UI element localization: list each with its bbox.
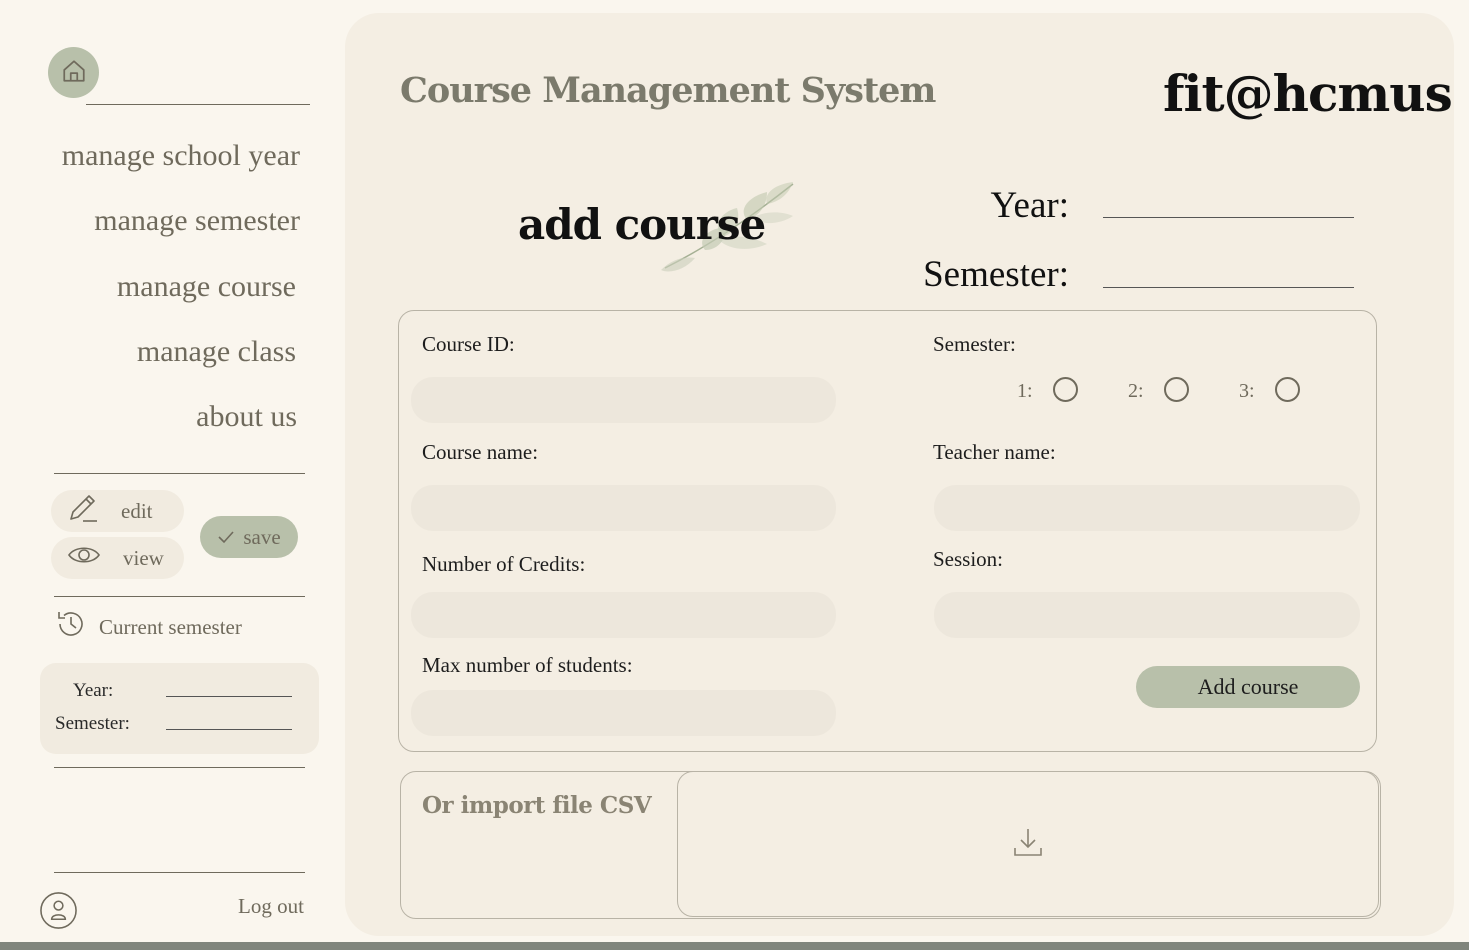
nav-manage-class[interactable]: manage class [137, 335, 296, 369]
session-label: Session: [933, 547, 1004, 571]
save-button[interactable]: save [200, 516, 298, 558]
sidebar-divider [86, 104, 310, 105]
bottom-bar [0, 942, 1469, 950]
nav-manage-semester[interactable]: manage semester [94, 204, 300, 238]
page-heading: add course [518, 200, 766, 249]
csv-drop-zone[interactable] [677, 771, 1379, 917]
teacher-name-input[interactable] [934, 485, 1360, 531]
download-icon [1012, 826, 1044, 862]
sidebar-divider [54, 596, 305, 597]
sidebar-divider [54, 767, 305, 768]
credits-input[interactable] [411, 592, 836, 638]
current-semester-label: Current semester [99, 614, 242, 639]
edit-button[interactable]: edit [51, 490, 184, 532]
current-semester-value [166, 713, 292, 730]
course-name-input[interactable] [411, 485, 836, 531]
current-year-value [166, 680, 292, 697]
nav-manage-course[interactable]: manage course [117, 270, 296, 304]
semester-option-2-label: 2: [1128, 380, 1144, 402]
credits-label: Number of Credits: [422, 552, 586, 576]
current-semester-card [40, 663, 319, 754]
app-title: Course Management System [400, 70, 936, 111]
header-year-value [1103, 217, 1354, 218]
semester-option-3-radio[interactable] [1275, 377, 1300, 402]
edit-label: edit [121, 498, 153, 523]
history-icon [55, 608, 87, 646]
logout-link[interactable]: Log out [238, 894, 304, 919]
semester-label: Semester: [933, 332, 1016, 356]
save-label: save [243, 524, 281, 549]
home-icon [61, 58, 87, 88]
max-students-label: Max number of students: [422, 653, 633, 677]
semester-option-2-radio[interactable] [1164, 377, 1189, 402]
user-icon [39, 892, 78, 934]
brand-logo: fit@hcmus [1163, 64, 1453, 123]
sidebar-divider [54, 872, 305, 873]
course-id-input[interactable] [411, 377, 836, 423]
semester-option-1-label: 1: [1017, 380, 1033, 402]
session-input[interactable] [934, 592, 1360, 638]
max-students-input[interactable] [411, 690, 836, 736]
pencil-icon [67, 493, 99, 529]
user-avatar[interactable] [39, 891, 78, 934]
home-button[interactable] [48, 47, 99, 98]
course-id-label: Course ID: [422, 332, 515, 356]
header-semester-value [1103, 287, 1354, 288]
view-button[interactable]: view [51, 537, 184, 579]
header-year-label: Year: [990, 185, 1069, 226]
add-course-button[interactable]: Add course [1136, 666, 1360, 708]
course-name-label: Course name: [422, 440, 539, 464]
import-csv-label: Or import file CSV [422, 792, 652, 819]
semester-option-1-radio[interactable] [1053, 377, 1078, 402]
semester-option-3-label: 3: [1239, 380, 1255, 402]
current-semester-heading: Current semester [55, 608, 242, 646]
sidebar-divider [54, 473, 305, 474]
eye-icon [67, 543, 101, 573]
view-label: view [123, 545, 164, 570]
current-semester-label-small: Semester: [55, 713, 130, 734]
current-year-label: Year: [73, 680, 114, 701]
nav-manage-school-year[interactable]: manage school year [62, 139, 300, 173]
nav-about-us[interactable]: about us [196, 400, 297, 434]
header-semester-label: Semester: [923, 254, 1069, 295]
teacher-name-label: Teacher name: [933, 440, 1056, 464]
check-icon [217, 525, 235, 550]
